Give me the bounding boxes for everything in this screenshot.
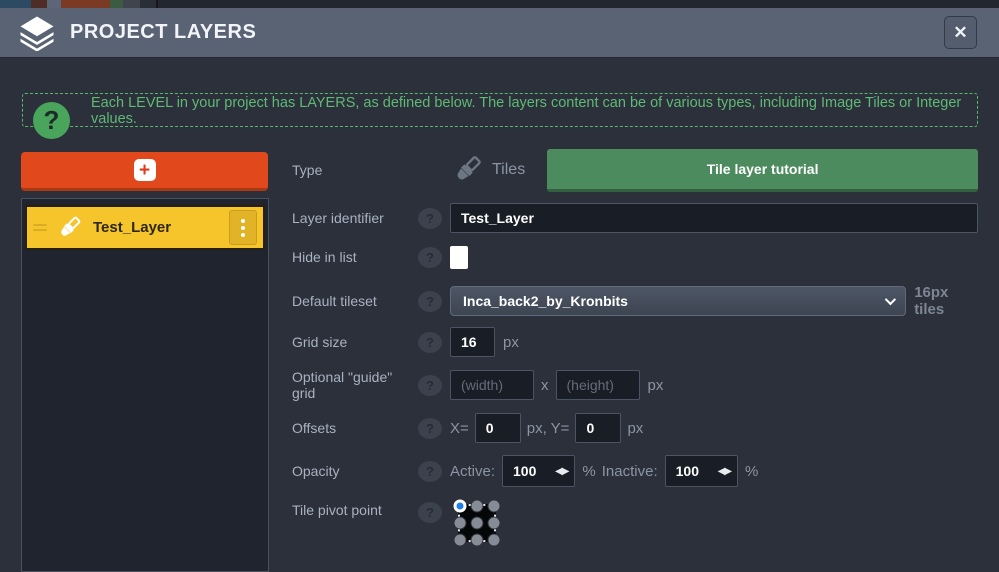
offset-mid-label: px, Y= — [527, 420, 570, 437]
grid-size-label: Grid size — [292, 334, 418, 350]
tab-brown — [31, 0, 47, 8]
tile-layer-tutorial-button[interactable]: Tile layer tutorial — [547, 149, 978, 192]
guide-grid-separator: x — [541, 377, 549, 394]
opacity-active-unit: % — [582, 463, 595, 480]
help-icon[interactable]: ? — [418, 332, 442, 353]
tab-rust — [61, 0, 110, 8]
info-banner: ? Each LEVEL in your project has LAYERS,… — [22, 93, 978, 127]
pivot-dot[interactable] — [471, 517, 484, 530]
default-tileset-value: Inca_back2_by_Kronbits — [463, 293, 885, 309]
tileset-grid-info: 16px tiles — [914, 284, 978, 318]
row-guide-grid: Optional "guide" grid ? x px — [292, 370, 978, 400]
tile-pivot-label: Tile pivot point — [292, 502, 418, 518]
drag-handle-icon[interactable] — [33, 224, 47, 231]
dialog-title: PROJECT LAYERS — [70, 21, 256, 44]
row-type: Type Tiles Tile layer tutorial — [292, 148, 978, 192]
row-hide-in-list: Hide in list ? — [292, 245, 978, 269]
row-grid-size: Grid size ? px — [292, 327, 978, 357]
pivot-dot[interactable] — [471, 500, 484, 513]
opacity-label: Opacity — [292, 463, 418, 479]
hide-in-list-checkbox[interactable] — [450, 246, 468, 269]
row-default-tileset: Default tileset ? Inca_back2_by_Kronbits… — [292, 286, 978, 316]
guide-grid-width-input[interactable] — [450, 370, 534, 400]
tiles-brush-icon — [55, 214, 83, 242]
help-icon[interactable]: ? — [418, 461, 442, 482]
default-tileset-select[interactable]: Inca_back2_by_Kronbits — [450, 286, 906, 316]
pivot-dot[interactable] — [488, 517, 501, 530]
question-mark-icon: ? — [33, 102, 70, 139]
guide-grid-unit: px — [648, 377, 664, 394]
opacity-active-label: Active: — [450, 463, 495, 480]
add-layer-button[interactable]: + — [21, 152, 268, 191]
opacity-active-box: ◀▶ — [502, 455, 575, 487]
type-value: Tiles — [492, 161, 525, 179]
pivot-dot-selected[interactable] — [454, 500, 467, 513]
dialog-header: PROJECT LAYERS ✕ — [0, 8, 999, 58]
offsets-label: Offsets — [292, 420, 418, 436]
row-layer-identifier: Layer identifier ? — [292, 203, 978, 233]
layer-name: Test_Layer — [93, 219, 229, 236]
pivot-dot[interactable] — [454, 534, 467, 547]
help-icon[interactable]: ? — [418, 502, 442, 523]
tab-blue — [0, 0, 31, 8]
close-button[interactable]: ✕ — [944, 16, 977, 49]
tile-pivot-widget — [458, 504, 496, 542]
layer-menu-button[interactable] — [229, 210, 257, 245]
help-icon[interactable]: ? — [418, 291, 442, 312]
help-icon[interactable]: ? — [418, 208, 442, 229]
layers-stack-icon — [18, 15, 56, 51]
row-offsets: Offsets ? X= px, Y= px — [292, 413, 978, 443]
top-strip — [0, 0, 999, 8]
opacity-inactive-label: Inactive: — [602, 463, 658, 480]
default-tileset-label: Default tileset — [292, 293, 418, 309]
grid-size-unit: px — [503, 334, 519, 351]
layer-identifier-label: Layer identifier — [292, 210, 418, 226]
offset-y-input[interactable] — [575, 413, 621, 443]
pivot-dot[interactable] — [488, 534, 501, 547]
grid-size-input[interactable] — [450, 327, 495, 357]
tab-dark — [140, 0, 156, 8]
stepper-arrows-icon[interactable]: ◀▶ — [718, 466, 731, 477]
offset-x-input[interactable] — [475, 413, 521, 443]
type-label: Type — [292, 162, 418, 178]
help-icon[interactable]: ? — [418, 418, 442, 439]
tab-gray — [123, 0, 140, 8]
offsets-unit: px — [627, 420, 643, 437]
chevron-down-icon — [885, 294, 896, 305]
pivot-dot[interactable] — [488, 500, 501, 513]
hide-in-list-label: Hide in list — [292, 249, 418, 265]
opacity-inactive-input[interactable] — [676, 463, 718, 479]
guide-grid-label: Optional "guide" grid — [292, 369, 418, 401]
opacity-active-input[interactable] — [513, 463, 555, 479]
plus-icon: + — [134, 159, 156, 181]
help-icon[interactable]: ? — [418, 375, 442, 396]
info-banner-text: Each LEVEL in your project has LAYERS, a… — [91, 94, 977, 128]
tab-active — [47, 0, 61, 8]
layer-identifier-input[interactable] — [450, 203, 978, 233]
row-tile-pivot: Tile pivot point ? — [292, 500, 978, 546]
pivot-dot[interactable] — [454, 517, 467, 530]
stepper-arrows-icon[interactable]: ◀▶ — [555, 466, 568, 477]
layer-list: Test_Layer — [21, 198, 269, 572]
opacity-inactive-box: ◀▶ — [665, 455, 738, 487]
row-opacity: Opacity ? Active: ◀▶ % Inactive: ◀▶ % — [292, 455, 978, 487]
offset-x-label: X= — [450, 420, 469, 437]
guide-grid-height-input[interactable] — [556, 370, 640, 400]
layer-list-item[interactable]: Test_Layer — [25, 205, 265, 250]
pivot-dot[interactable] — [471, 534, 484, 547]
help-icon[interactable]: ? — [418, 247, 442, 268]
opacity-unit: % — [745, 463, 758, 480]
strip-rest — [158, 0, 999, 8]
tiles-brush-icon — [450, 153, 484, 187]
tab-green — [110, 0, 123, 8]
